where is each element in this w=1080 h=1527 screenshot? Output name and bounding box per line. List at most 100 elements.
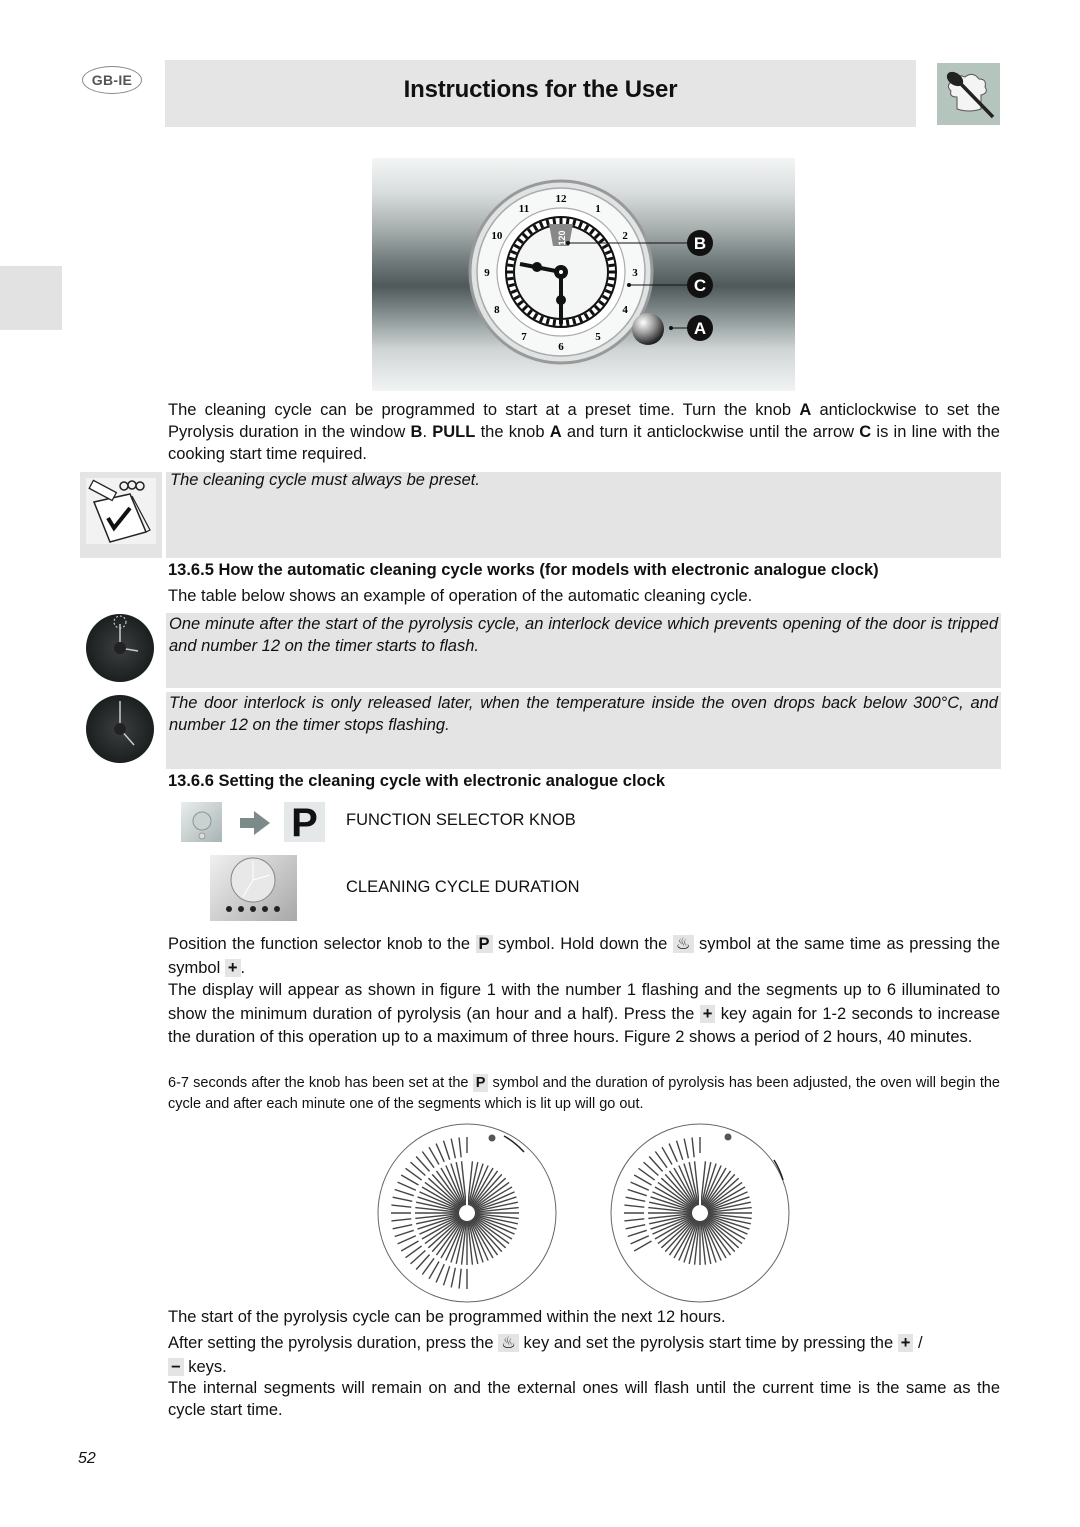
segment-tick [507, 263, 514, 268]
outer-segment [691, 1137, 695, 1158]
plus-key-icon: + [897, 1334, 914, 1352]
flash-indicator-icon [773, 1159, 784, 1181]
indicator-dot [488, 1134, 496, 1142]
plus-key-icon: + [699, 1004, 716, 1023]
outer-segment [624, 1218, 645, 1222]
outer-segment [394, 1188, 414, 1197]
outer-segment [397, 1235, 417, 1245]
flash-indicator-icon [503, 1135, 525, 1153]
p-symbol: P [284, 802, 325, 844]
segment-tick [545, 219, 551, 227]
interlock-row: One minute after the start of the pyroly… [166, 613, 1001, 688]
hour-number: 12 [556, 193, 568, 205]
hour-number: 8 [494, 304, 500, 316]
function-selector-label: FUNCTION SELECTOR KNOB [346, 811, 576, 829]
pyrolysis-key-icon: ♨ [672, 935, 694, 953]
hour-number: 5 [595, 331, 601, 343]
svg-text:A: A [694, 319, 706, 338]
function-knob-icon [181, 802, 222, 842]
para-cycle-begin: 6-7 seconds after the knob has been set … [168, 1074, 1000, 1112]
outer-segment [397, 1181, 417, 1191]
hour-number: 3 [632, 267, 638, 279]
segment-tick [538, 315, 545, 323]
note-icon-box [80, 472, 162, 558]
hour-number: 11 [519, 203, 529, 215]
p-key-icon: P [472, 1074, 489, 1092]
outer-segment [392, 1223, 413, 1230]
segment-tick [552, 218, 557, 225]
segment-tick [565, 218, 570, 225]
outer-segment [450, 1267, 457, 1288]
outer-segment [625, 1196, 646, 1203]
para-position-knob: Position the function selector knob to t… [168, 935, 1000, 977]
label-c: C [687, 272, 713, 298]
hour-number: 7 [521, 331, 527, 343]
segment-tick [508, 282, 516, 288]
para-set-start: After setting the pyrolysis duration, pr… [168, 1334, 923, 1376]
figure-1 [377, 1123, 557, 1303]
indicator-dot [724, 1133, 732, 1141]
outer-segment [450, 1138, 457, 1159]
outer-segment [435, 1263, 445, 1283]
outer-segment [668, 1143, 678, 1163]
segment-tick [608, 276, 615, 281]
outer-segment [627, 1188, 647, 1197]
outer-segment [435, 1143, 445, 1163]
outer-segment [458, 1268, 462, 1289]
segment-tick [510, 249, 518, 256]
outer-segment [683, 1138, 690, 1159]
section-13-6-5-intro: The table below shows an example of oper… [168, 587, 753, 605]
segment-tick [604, 249, 612, 256]
segment-tick [577, 315, 584, 323]
outer-segment [391, 1204, 412, 1208]
outer-segment [391, 1218, 412, 1222]
clock-figure: 12 1 2 3 4 5 6 7 8 9 10 11 120 B C A [372, 158, 795, 391]
section-heading-13-6-6: 13.6.6 Setting the cleaning cycle with e… [168, 772, 665, 790]
outer-segment [630, 1181, 650, 1191]
region-badge: GB-IE [82, 66, 142, 94]
segment-tick [508, 256, 516, 262]
svg-text:B: B [694, 234, 706, 253]
segment-tick [571, 317, 577, 325]
hour-number: 4 [622, 304, 628, 316]
segment-tick [510, 288, 518, 295]
side-tab [0, 266, 62, 330]
segment-tick [608, 263, 615, 268]
spoon-chef-hat-icon [937, 63, 1000, 125]
page-title: Instructions for the User [403, 76, 678, 103]
hour-number: 1 [595, 203, 601, 215]
duration-window: 120 [557, 230, 567, 245]
hour-number: 6 [558, 341, 564, 353]
segment-tick [538, 221, 545, 229]
notepad-check-icon [86, 478, 156, 544]
outer-segment [624, 1204, 645, 1208]
intro-paragraph: The cleaning cycle can be programmed to … [168, 401, 1000, 463]
clock-flashing-12-icon [86, 614, 154, 682]
outer-segment [442, 1140, 451, 1160]
outer-segment [394, 1229, 414, 1238]
outer-segment [627, 1229, 647, 1238]
label-a: A [687, 315, 713, 341]
para-internal-segments: The internal segments will remain on and… [168, 1379, 1000, 1419]
pyrolysis-key-icon: ♨ [498, 1334, 519, 1352]
outer-segment [442, 1266, 451, 1286]
outer-segment [392, 1196, 413, 1203]
segment-tick [604, 288, 612, 295]
para-display: The display will appear as shown in figu… [168, 981, 1000, 1046]
outer-segment [633, 1240, 652, 1252]
note-box: The cleaning cycle must always be preset… [166, 472, 1001, 558]
interlock-release-row: The door interlock is only released late… [166, 692, 1001, 769]
minus-key-icon: − [168, 1358, 184, 1376]
clock-diagram: 121234567891011 120 B C A [468, 179, 713, 365]
clock-icon [86, 695, 154, 763]
outer-segment [675, 1140, 684, 1160]
para-start-within: The start of the pyrolysis cycle can be … [168, 1308, 726, 1326]
outer-segment [630, 1235, 650, 1245]
segment-tick [571, 219, 577, 227]
outer-segment [458, 1137, 462, 1158]
page-header: Instructions for the User [165, 60, 916, 127]
note-text: The cleaning cycle must always be preset… [170, 471, 480, 489]
segment-tick [552, 319, 557, 326]
segment-tick [606, 282, 614, 288]
page-number: 52 [78, 1450, 96, 1467]
